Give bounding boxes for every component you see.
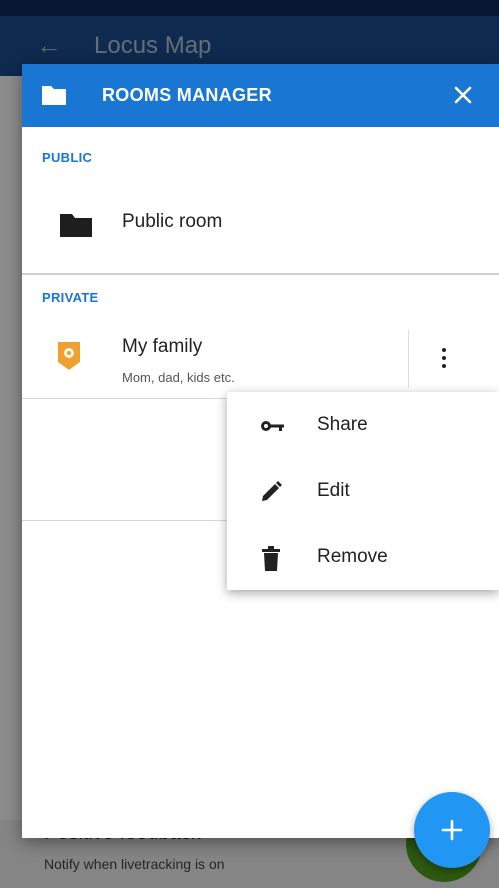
dialog-header: ROOMS MANAGER bbox=[22, 64, 499, 127]
folder-icon bbox=[58, 211, 94, 244]
more-vert-icon[interactable] bbox=[430, 344, 458, 376]
section-label-public: PUBLIC bbox=[42, 150, 93, 165]
room-name: My family bbox=[122, 336, 203, 357]
row-separator bbox=[408, 330, 409, 388]
close-icon[interactable] bbox=[450, 82, 476, 113]
trash-icon bbox=[259, 546, 283, 577]
menu-item-label: Share bbox=[317, 414, 368, 435]
pencil-icon bbox=[259, 480, 283, 509]
room-item-public[interactable]: Public room bbox=[22, 182, 499, 272]
menu-item-label: Remove bbox=[317, 546, 388, 567]
section-divider bbox=[22, 273, 499, 275]
menu-item-remove[interactable]: Remove bbox=[227, 526, 499, 590]
menu-item-edit[interactable]: Edit bbox=[227, 460, 499, 524]
family-room-icon bbox=[56, 340, 82, 377]
key-icon bbox=[259, 414, 285, 443]
room-description: Mom, dad, kids etc. bbox=[122, 370, 235, 385]
room-options-menu: Share Edit Remove bbox=[227, 392, 499, 590]
add-room-button[interactable] bbox=[414, 792, 490, 868]
room-item-family[interactable]: My family Mom, dad, kids etc. bbox=[22, 322, 499, 398]
menu-item-share[interactable]: Share bbox=[227, 394, 499, 458]
menu-item-label: Edit bbox=[317, 480, 350, 501]
dialog-title: ROOMS MANAGER bbox=[102, 85, 272, 105]
section-label-private: PRIVATE bbox=[42, 290, 99, 305]
room-name: Public room bbox=[122, 211, 223, 232]
folder-icon bbox=[40, 83, 68, 112]
